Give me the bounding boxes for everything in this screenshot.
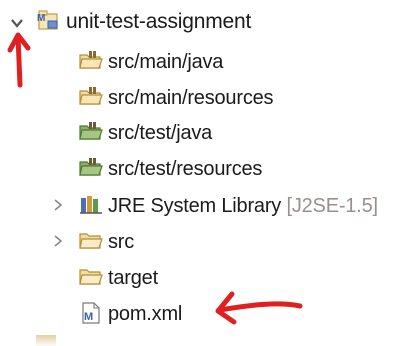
- partial-row-fragment: [36, 335, 56, 346]
- tree-node-label: pom.xml: [108, 303, 183, 325]
- tree-node-label: target: [108, 267, 158, 289]
- tree-root-row[interactable]: M unit-test-assignment: [0, 5, 415, 39]
- chevron-down-icon[interactable]: [9, 15, 25, 31]
- tree-node-label: src/test/resources: [108, 158, 263, 180]
- annotation-arrow-up-icon: [7, 32, 31, 88]
- project-explorer-tree: M unit-test-assignment src/main/java src…: [0, 0, 415, 346]
- svg-text:M: M: [84, 311, 93, 323]
- chevron-right-icon[interactable]: [50, 197, 66, 213]
- annotation-arrow-left-icon: [215, 291, 303, 325]
- project-name-label: unit-test-assignment: [66, 10, 252, 33]
- library-version-suffix: [J2SE-1.5]: [286, 195, 378, 217]
- tree-node-src-test-java[interactable]: src/test/java: [0, 115, 415, 149]
- tree-node-label: src/main/java: [108, 51, 224, 73]
- tree-node-src-test-resources[interactable]: src/test/resources: [0, 151, 415, 185]
- chevron-right-icon[interactable]: [50, 233, 66, 249]
- test-source-folder-icon: [78, 120, 103, 144]
- tree-node-src[interactable]: src: [0, 224, 415, 258]
- tree-node-label: JRE System Library [J2SE-1.5]: [108, 194, 378, 218]
- library-name: JRE System Library: [108, 195, 282, 217]
- library-icon: [78, 193, 102, 217]
- tree-node-src-main-java[interactable]: src/main/java: [0, 44, 415, 78]
- source-folder-icon: [78, 49, 103, 73]
- maven-pom-file-icon: M: [80, 301, 104, 325]
- folder-icon: [78, 265, 103, 289]
- test-source-folder-icon: [78, 156, 103, 180]
- tree-node-partial-next-row: [0, 333, 415, 346]
- svg-text:M: M: [37, 13, 45, 24]
- source-folder-icon: [78, 85, 103, 109]
- tree-node-target[interactable]: target: [0, 260, 415, 294]
- tree-node-pom-xml[interactable]: M pom.xml: [0, 296, 415, 330]
- folder-icon: [78, 229, 103, 253]
- tree-node-label: src: [108, 231, 135, 253]
- tree-node-src-main-resources[interactable]: src/main/resources: [0, 80, 415, 114]
- tree-node-label: src/main/resources: [108, 87, 274, 109]
- tree-node-label: src/test/java: [108, 122, 213, 144]
- tree-node-jre-system-library[interactable]: JRE System Library [J2SE-1.5]: [0, 188, 415, 222]
